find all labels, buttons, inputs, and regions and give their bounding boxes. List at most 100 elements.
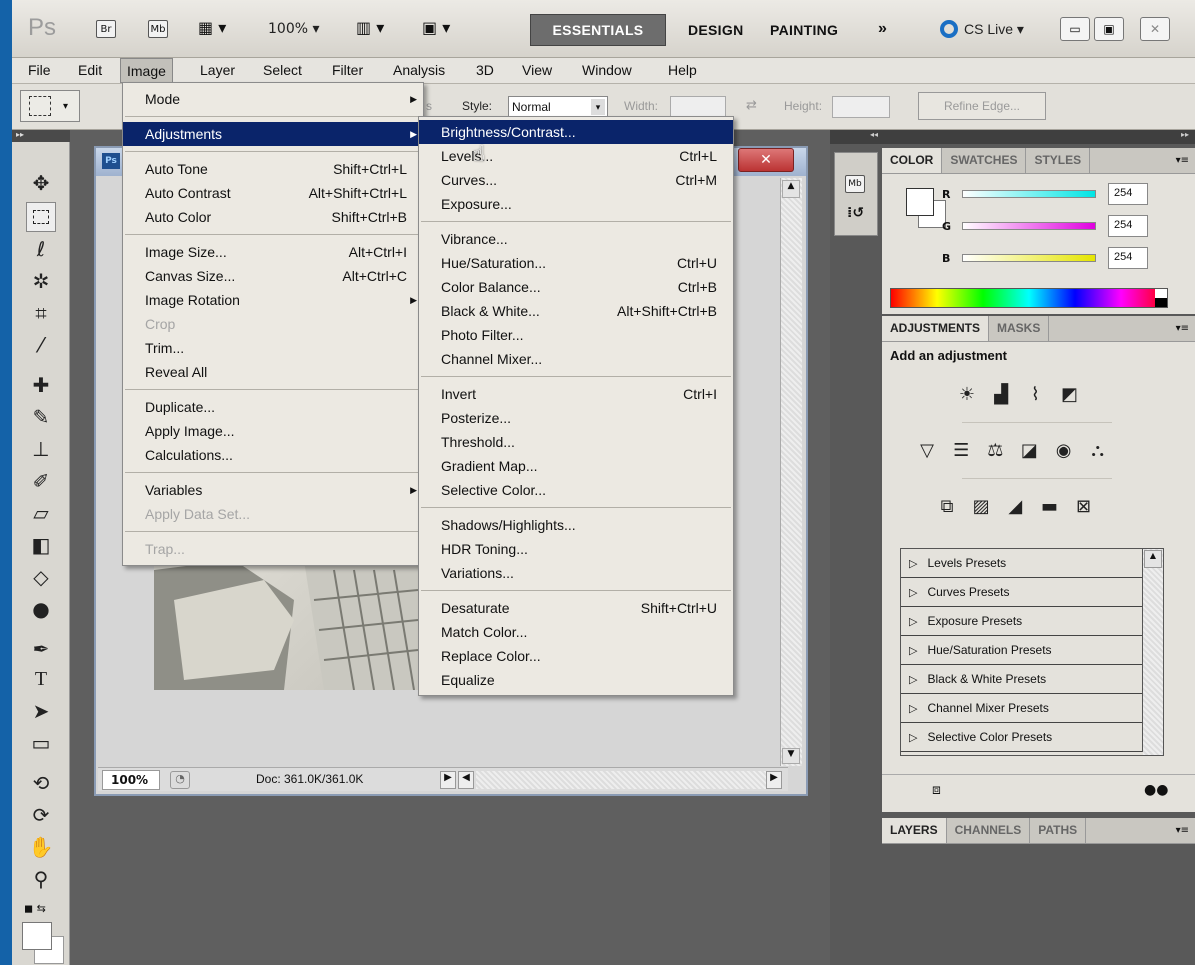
menu-item-trim[interactable]: Trim...	[123, 336, 423, 360]
scroll-left-button[interactable]: ◀	[458, 771, 474, 789]
menu-item-calculations[interactable]: Calculations...	[123, 443, 423, 467]
blue-slider[interactable]	[962, 254, 1096, 262]
menu-item-image-size[interactable]: Image Size... Alt+Ctrl+I	[123, 240, 423, 264]
menu-item-duplicate[interactable]: Duplicate...	[123, 395, 423, 419]
adjust-item-posterize[interactable]: Posterize...	[419, 406, 733, 430]
zoom-dropdown[interactable]: 100% ▾	[268, 21, 320, 37]
green-value[interactable]: 254	[1108, 215, 1148, 237]
hand-tool-icon[interactable]: ✋	[26, 832, 56, 862]
scroll-right-button[interactable]: ▶	[766, 771, 782, 789]
refine-edge-button[interactable]: Refine Edge...	[918, 92, 1046, 120]
style-select[interactable]: Normal ▾	[508, 96, 608, 118]
gradient-map-icon[interactable]: ▬	[1034, 492, 1064, 520]
screen-mode-dropdown[interactable]: ▣ ▾	[422, 18, 450, 37]
adjust-item-invert[interactable]: Invert Ctrl+I	[419, 382, 733, 406]
panel-menu-icon[interactable]: ▾≡	[1049, 316, 1195, 341]
bridge-button[interactable]: Br	[96, 20, 116, 38]
scroll-up-button[interactable]: ▲	[1144, 550, 1162, 568]
menu-filter[interactable]: Filter	[332, 58, 363, 83]
adjust-item-equalize[interactable]: Equalize	[419, 668, 733, 692]
threshold-icon[interactable]: ◢	[1000, 492, 1030, 520]
adjust-item-vibrance[interactable]: Vibrance...	[419, 227, 733, 251]
panel-collapse-handle[interactable]: ▸▸	[882, 130, 1195, 144]
presets-scrollbar[interactable]: ▲	[1143, 549, 1163, 755]
tab-styles[interactable]: STYLES	[1026, 148, 1091, 173]
tab-layers[interactable]: LAYERS	[882, 818, 947, 843]
lasso-tool-icon[interactable]: ℓ	[26, 234, 56, 264]
menu-layer[interactable]: Layer	[200, 58, 235, 83]
blue-value[interactable]: 254	[1108, 247, 1148, 269]
vibrance-icon[interactable]: ▽	[912, 436, 942, 464]
preset-hue-saturation-presets[interactable]: ▷ Hue/Saturation Presets	[901, 636, 1142, 665]
move-tool-icon[interactable]: ✥	[26, 168, 56, 198]
menu-window[interactable]: Window	[582, 58, 632, 83]
extras-dropdown[interactable]: ▦ ▾	[198, 18, 226, 37]
adjust-item-exposure[interactable]: Exposure...	[419, 192, 733, 216]
green-slider[interactable]	[962, 222, 1096, 230]
shape-tool-icon[interactable]: ▭	[26, 728, 56, 758]
panel-menu-icon[interactable]: ▾≡	[1090, 148, 1195, 173]
adjust-item-photo-filter[interactable]: Photo Filter...	[419, 323, 733, 347]
exposure-icon[interactable]: ◩	[1054, 380, 1084, 408]
return-to-list-icon[interactable]: ⧈	[932, 782, 941, 798]
adjust-item-black-white[interactable]: Black & White... Alt+Shift+Ctrl+B	[419, 299, 733, 323]
menu-item-image-rotation[interactable]: Image Rotation ▶	[123, 288, 423, 312]
workspace-essentials[interactable]: ESSENTIALS	[530, 14, 666, 46]
adjust-item-gradient-map[interactable]: Gradient Map...	[419, 454, 733, 478]
foreground-color-swatch[interactable]	[22, 922, 52, 950]
gradient-tool-icon[interactable]: ◧	[26, 530, 56, 560]
type-tool-icon[interactable]: T	[26, 664, 56, 694]
red-slider[interactable]	[962, 190, 1096, 198]
eyedropper-tool-icon[interactable]: ⁄	[26, 330, 56, 360]
adjust-item-threshold[interactable]: Threshold...	[419, 430, 733, 454]
red-value[interactable]: 254	[1108, 183, 1148, 205]
photo-filter-icon[interactable]: ◉	[1049, 436, 1079, 464]
brightness-contrast-icon[interactable]: ☀	[952, 380, 982, 408]
eraser-tool-icon[interactable]: ▱	[26, 498, 56, 528]
mini-bridge-panel-icon[interactable]: Mb	[845, 175, 865, 193]
adjust-item-selective-color[interactable]: Selective Color...	[419, 478, 733, 502]
scroll-down-button[interactable]: ▼	[782, 748, 800, 764]
default-colors-icon[interactable]: ◼ ⇆	[24, 902, 46, 915]
status-info-icon[interactable]: ◔	[170, 771, 190, 789]
menu-view[interactable]: View	[522, 58, 552, 83]
dock-collapse-handle[interactable]: ◂◂	[830, 130, 882, 144]
tab-masks[interactable]: MASKS	[989, 316, 1050, 341]
menu-item-reveal-all[interactable]: Reveal All	[123, 360, 423, 384]
mini-bridge-button[interactable]: Mb	[148, 20, 168, 38]
adjust-item-curves[interactable]: Curves... Ctrl+M	[419, 168, 733, 192]
adjust-item-channel-mixer[interactable]: Channel Mixer...	[419, 347, 733, 371]
tab-color[interactable]: COLOR	[882, 148, 943, 173]
menu-item-adjustments[interactable]: Adjustments ▶	[123, 122, 423, 146]
black-white-icon[interactable]: ◪	[1014, 436, 1044, 464]
preset-exposure-presets[interactable]: ▷ Exposure Presets	[901, 607, 1142, 636]
horizontal-scrollbar[interactable]	[476, 771, 766, 789]
adjust-item-shadows-highlights[interactable]: Shadows/Highlights...	[419, 513, 733, 537]
menu-edit[interactable]: Edit	[78, 58, 102, 83]
status-menu-arrow[interactable]: ▶	[440, 771, 456, 789]
menu-image[interactable]: Image	[120, 58, 173, 83]
swap-dimensions-icon[interactable]: ⇄	[746, 98, 757, 113]
selective-color-icon[interactable]: ⊠	[1069, 492, 1099, 520]
history-brush-tool-icon[interactable]: ✐	[26, 466, 56, 496]
menu-item-variables[interactable]: Variables ▶	[123, 478, 423, 502]
adjust-item-brightness-contrast[interactable]: Brightness/Contrast...	[419, 120, 733, 144]
tab-channels[interactable]: CHANNELS	[947, 818, 1031, 843]
adjust-item-levels[interactable]: Levels... Ctrl+L	[419, 144, 733, 168]
adjust-item-match-color[interactable]: Match Color...	[419, 620, 733, 644]
preset-black-white-presets[interactable]: ▷ Black & White Presets	[901, 665, 1142, 694]
color-spectrum-ramp[interactable]	[890, 288, 1168, 308]
menu-item-canvas-size[interactable]: Canvas Size... Alt+Ctrl+C	[123, 264, 423, 288]
3d-rotate-tool-icon[interactable]: ⟲	[26, 768, 56, 798]
adjust-item-variations[interactable]: Variations...	[419, 561, 733, 585]
adjust-item-hue-saturation[interactable]: Hue/Saturation... Ctrl+U	[419, 251, 733, 275]
color-balance-icon[interactable]: ⚖	[980, 436, 1010, 464]
menu-select[interactable]: Select	[263, 58, 302, 83]
more-workspaces-button[interactable]: »	[878, 20, 887, 38]
tools-collapse-handle[interactable]: ▸▸	[12, 130, 70, 142]
adjust-item-desaturate[interactable]: Desaturate Shift+Ctrl+U	[419, 596, 733, 620]
crop-tool-icon[interactable]: ⌗	[26, 298, 56, 328]
preset-channel-mixer-presets[interactable]: ▷ Channel Mixer Presets	[901, 694, 1142, 723]
quick-selection-tool-icon[interactable]: ✲	[26, 266, 56, 296]
3d-orbit-tool-icon[interactable]: ⟳	[26, 800, 56, 830]
